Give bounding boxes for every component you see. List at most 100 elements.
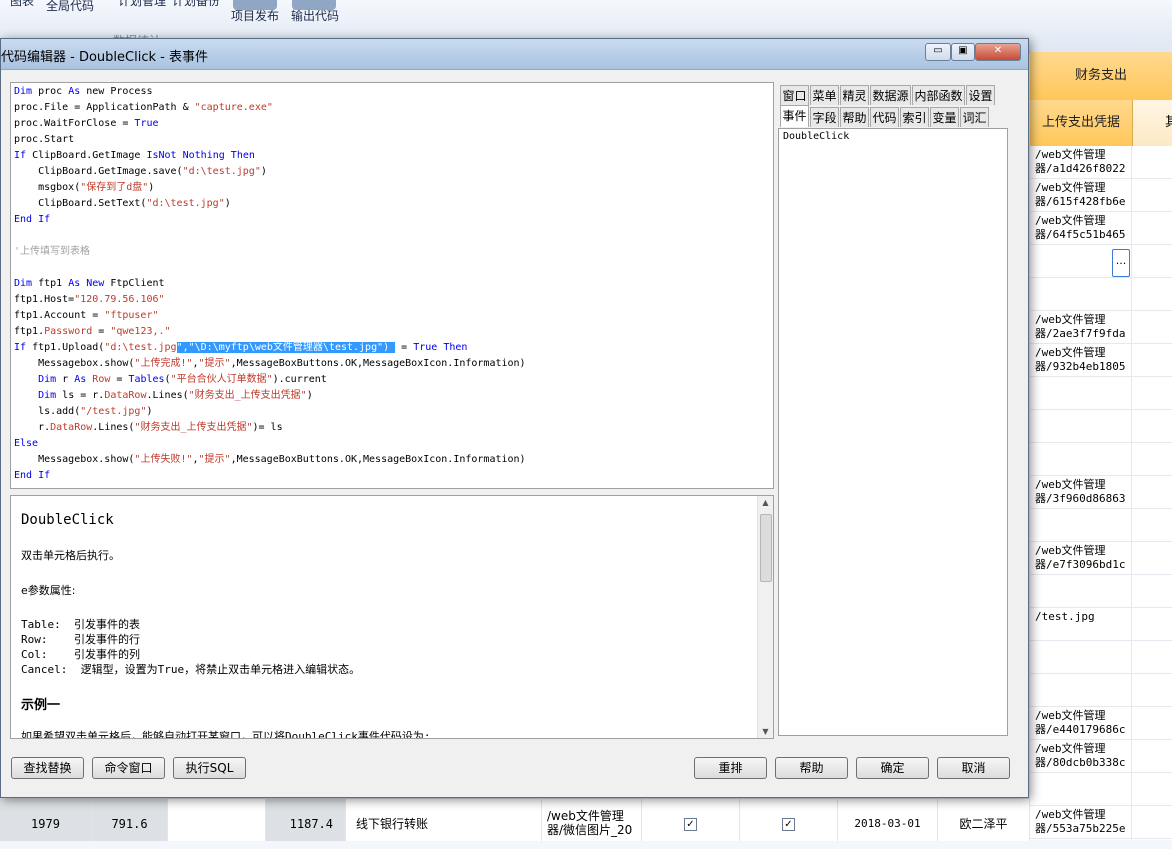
table-row[interactable]: /test.jpg [1030,608,1172,641]
code-token: ) [306,390,313,401]
grid-cell[interactable] [168,799,266,841]
code-token: ftp1. [14,326,45,337]
scroll-up-icon[interactable]: ▲ [761,498,770,507]
execute-sql-button[interactable]: 执行SQL [173,757,246,779]
code-token: '上传填写到表格 [14,246,91,257]
table-row[interactable] [1030,377,1172,410]
help-pane[interactable]: DoubleClick 双击单元格后执行。 e参数属性: Table: 引发事件… [10,495,774,739]
code-token: )= ls [252,422,283,433]
tab-top-5[interactable]: 设置 [966,85,995,105]
help-prop-table: Table: 引发事件的表 [21,618,140,631]
grid-cell[interactable]: 2018-03-01 [838,799,938,841]
ok-button[interactable]: 确定 [856,757,929,779]
tab-bottom-0[interactable]: 事件 [780,105,809,127]
table-row[interactable] [1030,410,1172,443]
code-token: DataRow [50,422,93,433]
tab-top-3[interactable]: 数据源 [870,85,911,105]
command-window-button[interactable]: 命令窗口 [92,757,165,779]
grid-cell[interactable]: 1979 [0,799,92,841]
table-row[interactable] [1030,443,1172,476]
tab-top-4[interactable]: 内部函数 [912,85,965,105]
code-token: ClipBoard.SetText( [14,198,147,209]
code-token: Dim [14,278,33,289]
table-row[interactable]: /web文件管理 器/e440179686c [1030,707,1172,740]
tab-top-0[interactable]: 窗口 [780,85,809,105]
table-row[interactable]: /web文件管理 器/615f428fb6e [1030,179,1172,212]
grid-cell[interactable]: 1187.4 [266,799,346,841]
event-list[interactable]: DoubleClick [778,128,1008,736]
tab-top-1[interactable]: 菜单 [810,85,839,105]
tab-bottom-3[interactable]: 代码 [870,107,899,127]
table-row[interactable]: /web文件管理 器/a1d426f8022 [1030,146,1172,179]
scroll-down-icon[interactable]: ▼ [761,727,770,736]
dialog-titlebar[interactable]: 代码编辑器 - DoubleClick - 表事件 ▭ ▣ ✕ [1,39,1028,70]
grid-cell[interactable]: 欧二泽平 [938,799,1030,841]
table-row[interactable] [1030,641,1172,674]
ribbon-item-global-code[interactable]: 全局代码 [46,0,94,14]
table-row[interactable] [1030,245,1172,278]
grid-cell[interactable]: 线下银行转账 [346,799,542,841]
grid-header-next[interactable]: 其 [1133,100,1172,146]
grid-cell[interactable]: ✓ [642,799,740,841]
code-line: Else [14,436,38,452]
checkbox[interactable]: ✓ [684,818,697,831]
code-token: .Lines( [146,390,189,401]
ribbon-item-publish[interactable]: 项目发布 [231,7,279,24]
grid-cell-file[interactable]: /web文件管理 器/微信图片_20 [542,799,642,841]
table-row[interactable]: /web文件管理 器/64f5c51b465 [1030,212,1172,245]
table-row[interactable]: /web文件管理 器/932b4eb1805 [1030,344,1172,377]
grid-cell-file: /web文件管理 器/e440179686c [1035,709,1131,737]
cell-ellipsis-button[interactable]: ... [1112,249,1130,277]
table-row[interactable]: /web文件管理 器/3f960d86863 [1030,476,1172,509]
grid-header-upload-receipt[interactable]: 上传支出凭据 [1030,100,1133,146]
table-row[interactable] [1030,509,1172,542]
tab-bottom-4[interactable]: 索引 [900,107,929,127]
code-token: ) [224,198,231,209]
tab-bottom-5[interactable]: 变量 [930,107,959,127]
help-example-text: 如果希望双击单元格后，能够自动打开某窗口，可以将DoubleClick事件代码设… [21,730,431,739]
close-icon[interactable]: ✕ [975,43,1021,61]
help-button[interactable]: 帮助 [775,757,848,779]
table-row[interactable] [1030,575,1172,608]
grid-cell-line: 器/615f428fb6e [1035,195,1126,208]
tab-top-2[interactable]: 精灵 [840,85,869,105]
table-row[interactable] [1030,278,1172,311]
data-grid-right: 财务支出 上传支出凭据 其 /web文件管理 器/a1d426f8022/web文… [1030,52,1172,840]
table-row[interactable]: /web文件管理 器/2ae3f7f9fda [1030,311,1172,344]
checkbox[interactable]: ✓ [782,818,795,831]
help-scrollbar[interactable]: ▲ ▼ [757,496,773,738]
grid-cell-file: /web文件管理 器/80dcb0b338c [1035,742,1131,770]
help-scroll-thumb[interactable] [760,514,772,582]
table-row[interactable]: /web文件管理 器/80dcb0b338c [1030,740,1172,773]
grid-cell-line: 器/微信图片_20 [547,823,633,837]
cancel-button[interactable]: 取消 [937,757,1010,779]
grid-cell[interactable]: ✓ [740,799,838,841]
minimize-icon[interactable]: ▭ [925,43,951,61]
ribbon-item-plan-manage[interactable]: 计划管理 [118,0,166,9]
tab-bottom-6[interactable]: 词汇 [960,107,989,127]
tab-bottom-1[interactable]: 字段 [810,107,839,127]
table-row[interactable] [1030,674,1172,707]
find-replace-button[interactable]: 查找替换 [11,757,84,779]
table-row[interactable]: /web文件管理 器/e7f3096bd1c [1030,542,1172,575]
event-list-item-doubleclick[interactable]: DoubleClick [783,131,849,142]
code-line: '上传填写到表格 [14,244,90,260]
ribbon-item-plan-backup[interactable]: 计划备份 [172,0,220,9]
tab-bottom-2[interactable]: 帮助 [840,107,869,127]
table-row[interactable] [1030,773,1172,806]
table-row[interactable]: /web文件管理 器/553a75b225e [1030,806,1172,839]
rearrange-button[interactable]: 重排 [694,757,767,779]
code-editor[interactable]: Dim proc As new Process proc.File = Appli… [10,82,774,489]
code-token: True [134,118,159,129]
grid-cell-file: /web文件管理 器/932b4eb1805 [1035,346,1131,374]
grid-cell-line: /web文件管理 [1035,544,1106,557]
restore-icon[interactable]: ▣ [951,43,975,61]
ribbon-item-export-code[interactable]: 输出代码 [291,7,339,24]
code-token: Dim [38,374,57,385]
code-editor-dialog: 代码编辑器 - DoubleClick - 表事件 ▭ ▣ ✕ Dim proc… [0,38,1029,798]
grid-header-finance[interactable]: 财务支出 [1030,52,1172,101]
grid-cell[interactable]: 791.6 [92,799,168,841]
ribbon-item-chart[interactable]: 图表 [10,0,34,9]
code-token: = [92,326,111,337]
